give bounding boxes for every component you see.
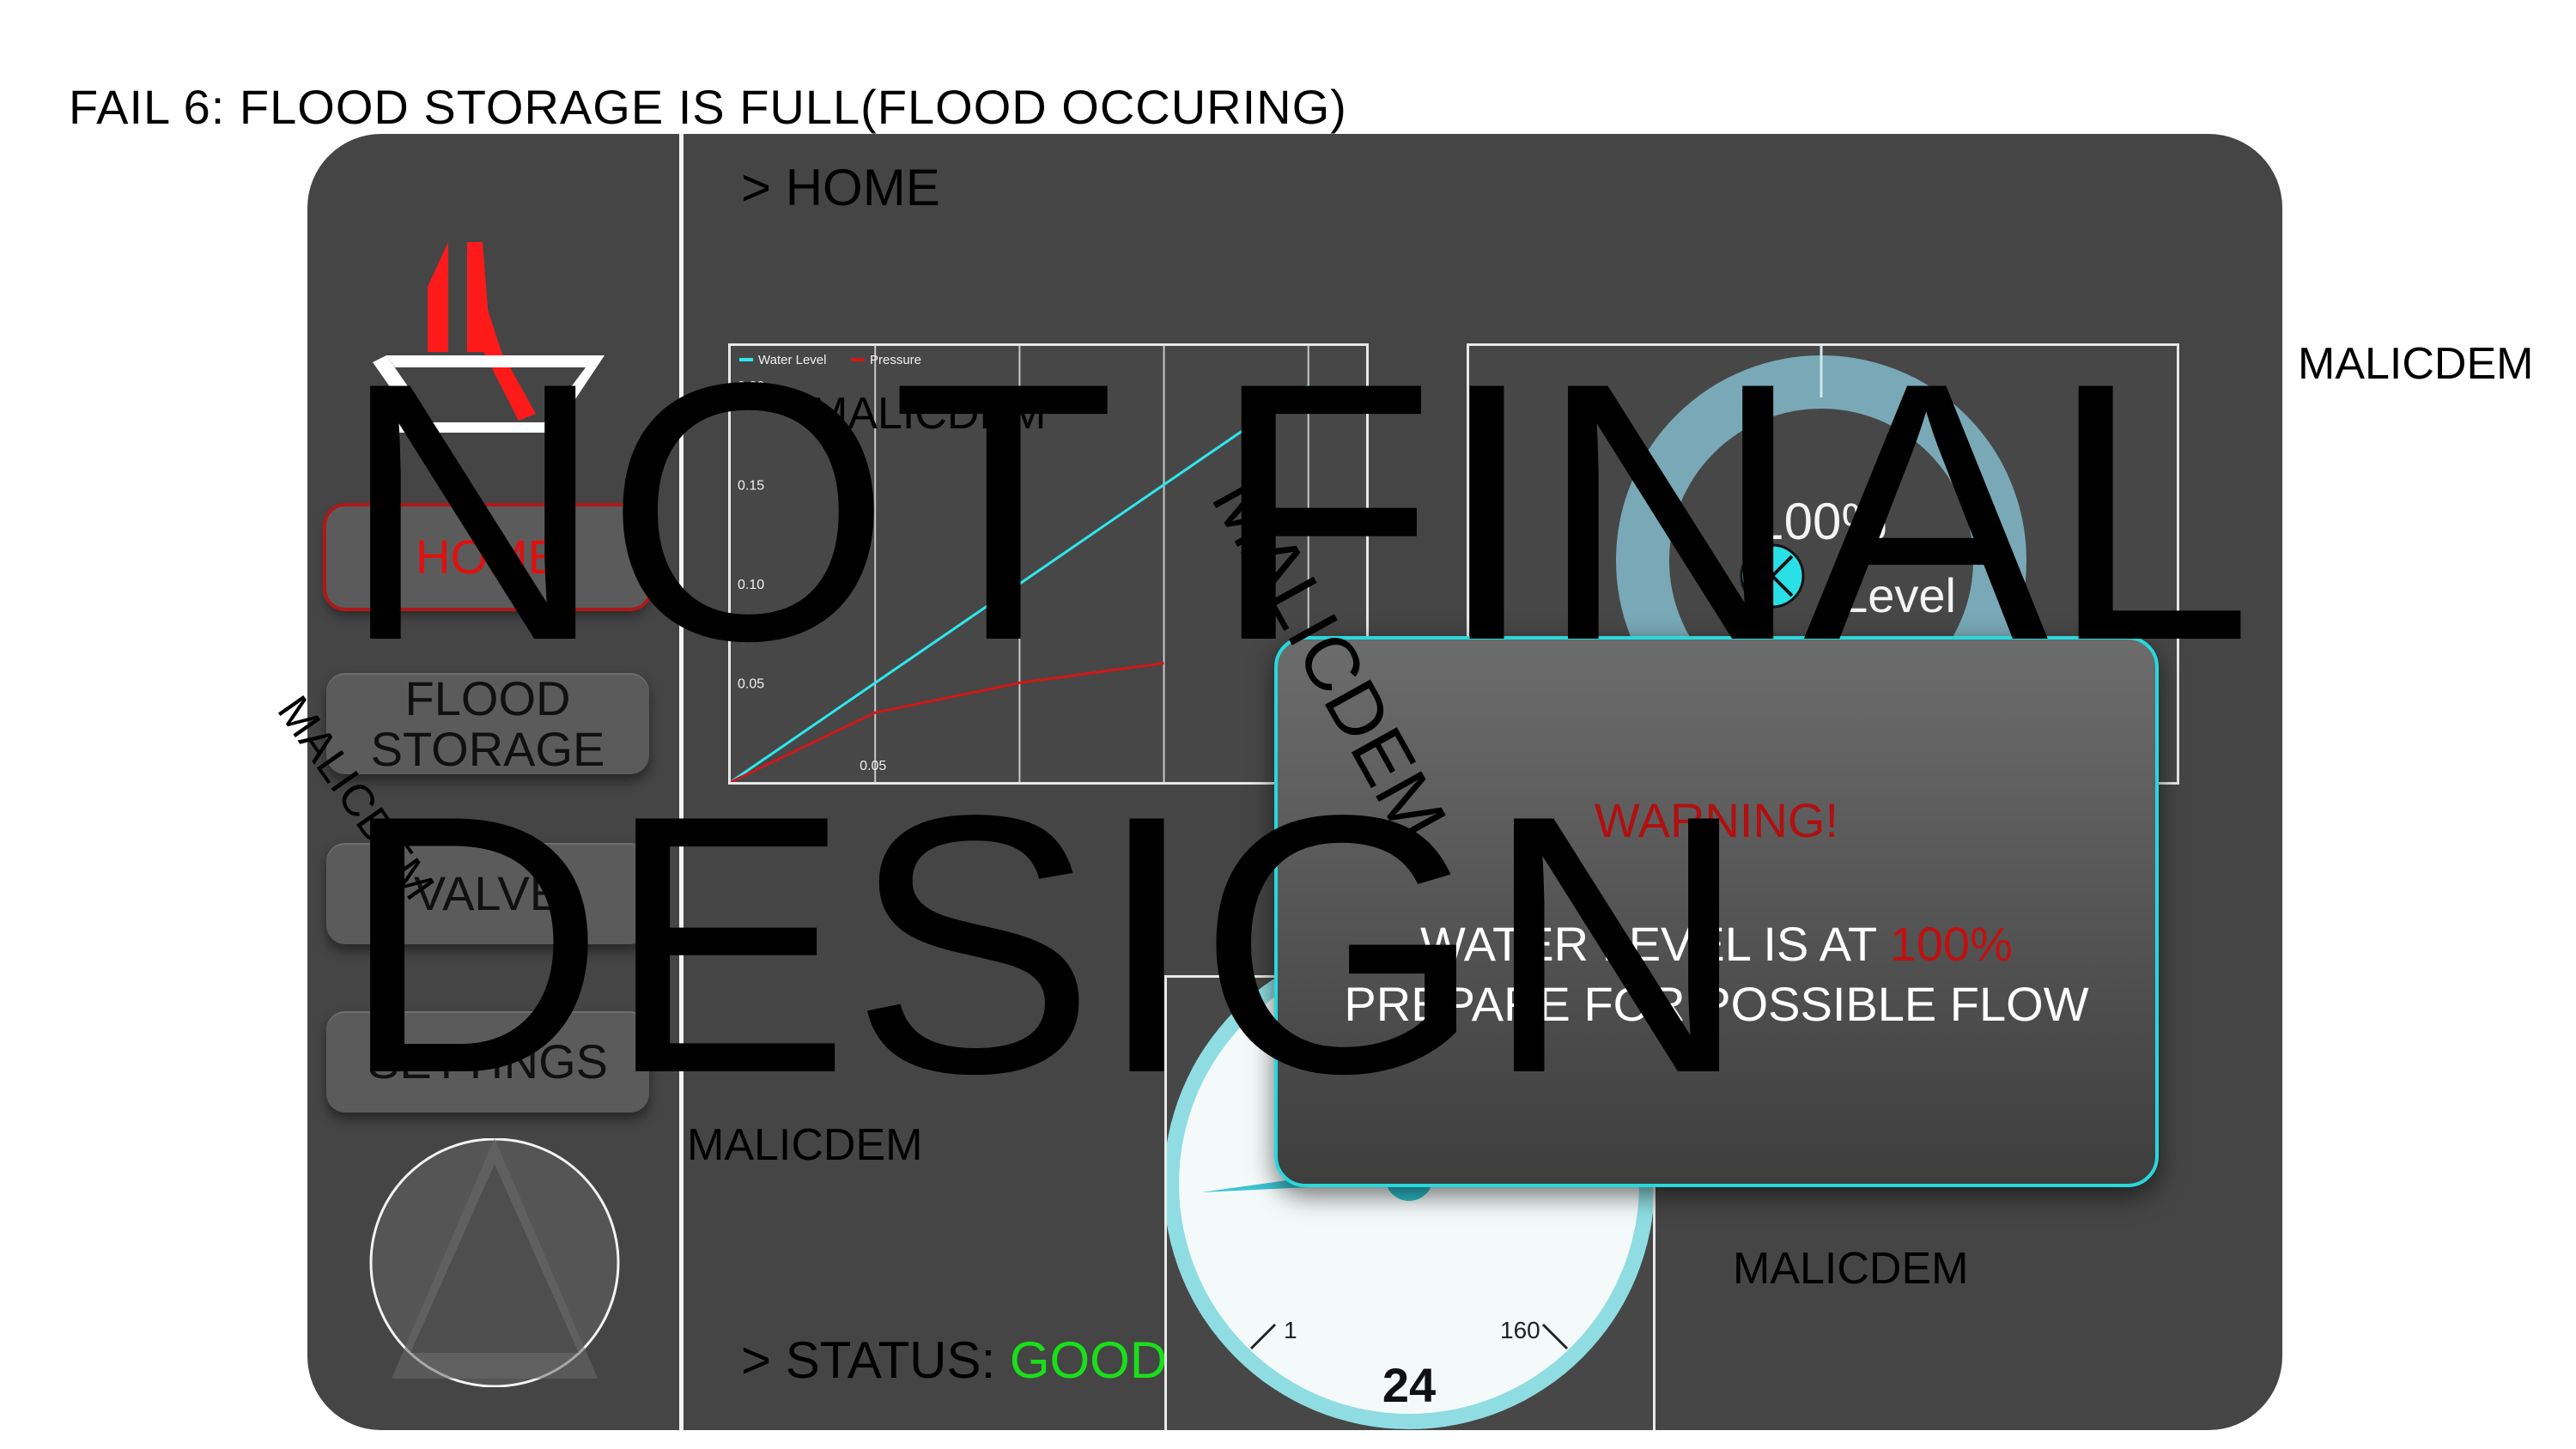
triangle-icon[interactable]	[366, 1138, 623, 1387]
status-line: > STATUS: GOOD	[741, 1331, 1167, 1390]
meter-min-label: 1	[1284, 1317, 1297, 1343]
fail-caption: FAIL 6: FLOOD STORAGE IS FULL(FLOOD OCCU…	[69, 80, 1347, 134]
overlay-design: DESIGN	[340, 739, 1749, 1149]
status-prefix: > STATUS:	[741, 1331, 1010, 1389]
watermark: MALICDEM	[2298, 339, 2534, 389]
status-value: GOOD	[1009, 1331, 1168, 1389]
meter-value: 24	[1382, 1358, 1436, 1412]
breadcrumb: > HOME	[741, 159, 940, 216]
overlay-not-final: NOT FINAL	[340, 306, 2253, 717]
meter-max-label: 160	[1500, 1317, 1540, 1343]
watermark: MALICDEM	[1733, 1244, 1969, 1294]
warning-line1-value: 100%	[1889, 917, 2013, 971]
